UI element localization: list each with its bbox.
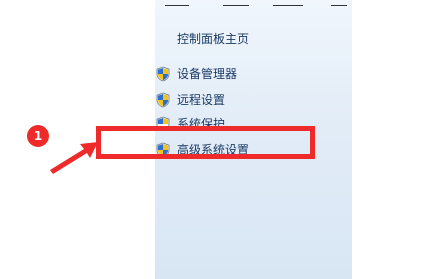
task-label: 系统保护 bbox=[177, 117, 226, 126]
cropped-top-strip bbox=[155, 0, 352, 8]
cropped-fragment bbox=[223, 0, 249, 6]
control-panel-home-link[interactable]: 控制面板主页 bbox=[177, 31, 249, 47]
highlight-box bbox=[96, 126, 315, 159]
arrow-icon bbox=[50, 142, 98, 174]
uac-shield-icon bbox=[155, 66, 171, 82]
uac-shield-icon bbox=[155, 92, 171, 108]
task-system-protection[interactable]: 系统保护 bbox=[155, 114, 352, 126]
cropped-fragment bbox=[331, 0, 347, 6]
task-device-manager[interactable]: 设备管理器 bbox=[155, 64, 352, 84]
task-label: 设备管理器 bbox=[177, 67, 238, 81]
task-label: 远程设置 bbox=[177, 93, 226, 107]
cropped-fragment bbox=[273, 0, 303, 6]
cropped-fragment bbox=[165, 0, 189, 6]
uac-shield-icon bbox=[155, 116, 171, 126]
task-remote-settings[interactable]: 远程设置 bbox=[155, 90, 352, 110]
